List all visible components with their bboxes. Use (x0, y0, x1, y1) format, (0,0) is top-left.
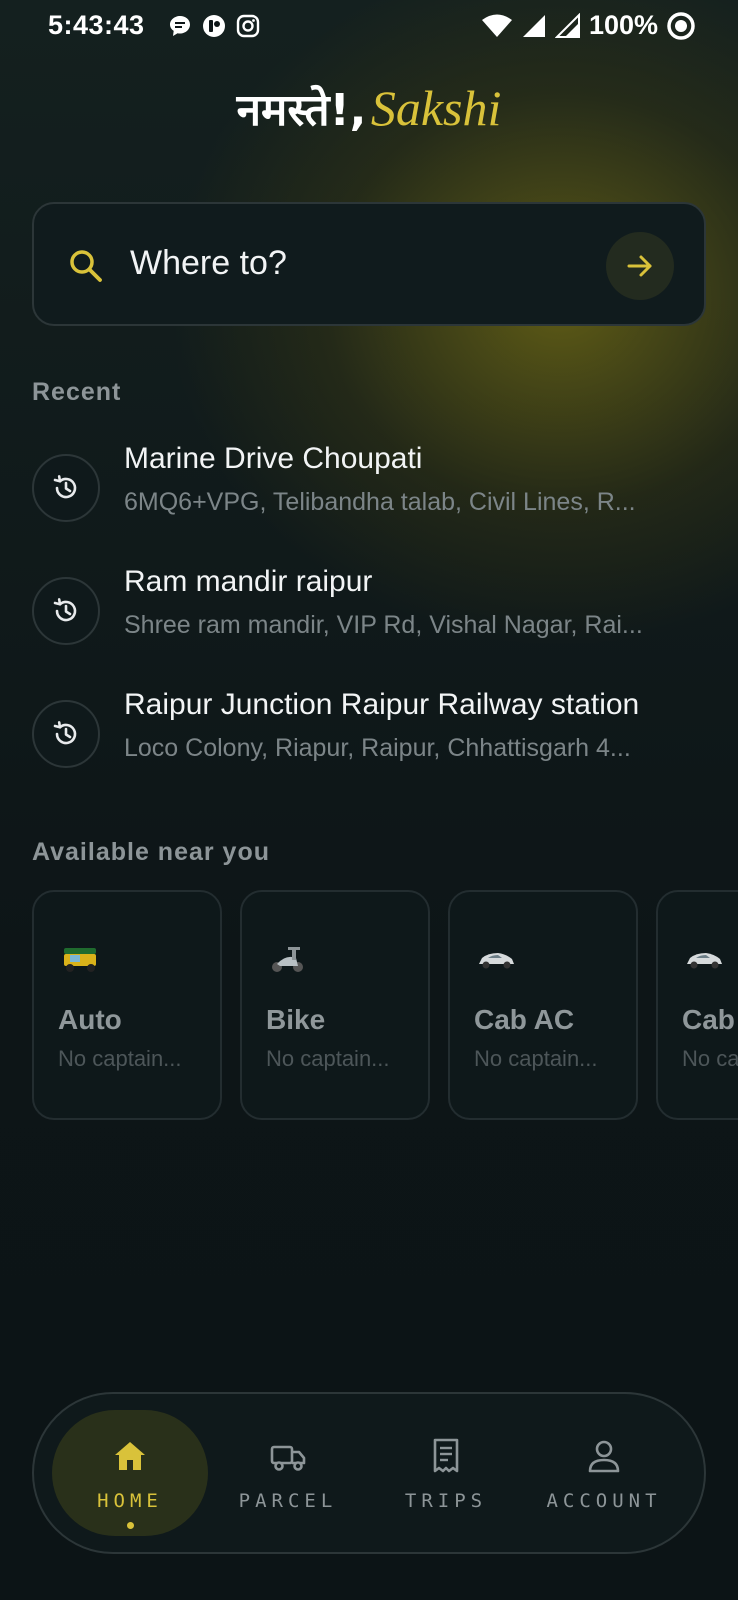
status-time: 5:43:43 (48, 10, 145, 40)
car-icon (687, 953, 722, 969)
recent-item-address: Shree ram mandir, VIP Rd, Vishal Nagar, … (124, 611, 643, 639)
truck-icon (270, 1445, 306, 1471)
chat-notification-icon (170, 16, 190, 36)
available-heading: Available near you (32, 838, 270, 866)
history-badge (32, 454, 100, 522)
vehicle-cards: Auto No captain... Bike No captain... Ca… (32, 890, 738, 1122)
vehicle-name: Auto (58, 1004, 122, 1035)
system-status: 100% (481, 10, 696, 41)
history-badge (32, 700, 100, 768)
recent-heading: Recent (32, 378, 122, 406)
instagram-icon (236, 14, 260, 38)
vehicle-status: No ca (682, 1046, 738, 1071)
nav-parcel-label: PARCEL (238, 1490, 338, 1512)
nav-trips-label: TRIPS (404, 1490, 488, 1512)
scooter-icon (272, 947, 303, 972)
status-bar: 5:43:43 100% (0, 0, 738, 54)
recent-item[interactable]: Raipur Junction Raipur Railway station L… (32, 688, 706, 784)
greeting: नमस्ते!, Sakshi (0, 78, 738, 138)
history-icon (53, 475, 77, 499)
app-notification-icon (203, 15, 225, 37)
vehicle-card-bike[interactable]: Bike No captain... (240, 890, 430, 1120)
nav-home-label: HOME (97, 1490, 163, 1512)
battery-saver-icon (667, 11, 695, 40)
user-icon (588, 1440, 620, 1473)
vehicle-name: Bike (266, 1004, 326, 1035)
recent-item-title: Raipur Junction Raipur Railway station (124, 688, 640, 721)
history-badge (32, 577, 100, 645)
wifi-icon (481, 14, 512, 37)
vehicle-status: No captain... (266, 1046, 390, 1071)
vehicle-card-cab-ac[interactable]: Cab AC No captain... (448, 890, 638, 1120)
search-bar[interactable]: Where to? (32, 202, 706, 326)
signal-icon-2 (554, 12, 580, 38)
history-icon (53, 598, 77, 622)
auto-rickshaw-icon (64, 948, 96, 972)
nav-home[interactable]: HOME (52, 1410, 208, 1536)
search-go-button[interactable] (606, 232, 674, 300)
greeting-prefix: नमस्ते!, (236, 85, 367, 136)
signal-icon (522, 14, 545, 37)
battery-percent: 100% (588, 10, 658, 40)
vehicle-name: Cab AC (474, 1004, 575, 1035)
nav-trips[interactable]: TRIPS (368, 1410, 524, 1536)
vehicle-status: No captain... (58, 1046, 182, 1071)
nav-account-label: ACCOUNT (546, 1490, 662, 1512)
recent-item[interactable]: Ram mandir raipur Shree ram mandir, VIP … (32, 565, 706, 661)
bottom-nav: HOME PARCEL TRIPS ACCOUNT (32, 1392, 706, 1554)
home-icon (115, 1442, 145, 1470)
nav-account[interactable]: ACCOUNT (526, 1410, 682, 1536)
history-icon (53, 721, 77, 745)
car-icon (479, 953, 514, 969)
nav-parcel[interactable]: PARCEL (210, 1410, 366, 1536)
vehicle-card-cab[interactable]: Cab No ca (656, 890, 738, 1120)
notification-icons (168, 14, 260, 38)
active-indicator (127, 1522, 134, 1529)
recent-item-address: 6MQ6+VPG, Telibandha talab, Civil Lines,… (124, 488, 636, 516)
recent-item[interactable]: Marine Drive Choupati 6MQ6+VPG, Teliband… (32, 442, 706, 538)
vehicle-name: Cab (682, 1004, 735, 1035)
greeting-name: Sakshi (370, 80, 502, 136)
recent-item-title: Marine Drive Choupati (124, 442, 423, 475)
search-input[interactable]: Where to? (130, 244, 287, 283)
vehicle-status: No captain... (474, 1046, 598, 1071)
vehicle-card-auto[interactable]: Auto No captain... (32, 890, 222, 1120)
receipt-icon (433, 1438, 459, 1473)
recent-item-title: Ram mandir raipur (124, 565, 373, 598)
recent-item-address: Loco Colony, Riapur, Raipur, Chhattisgar… (124, 734, 631, 762)
arrow-right-icon (627, 255, 652, 277)
search-icon (70, 250, 102, 282)
